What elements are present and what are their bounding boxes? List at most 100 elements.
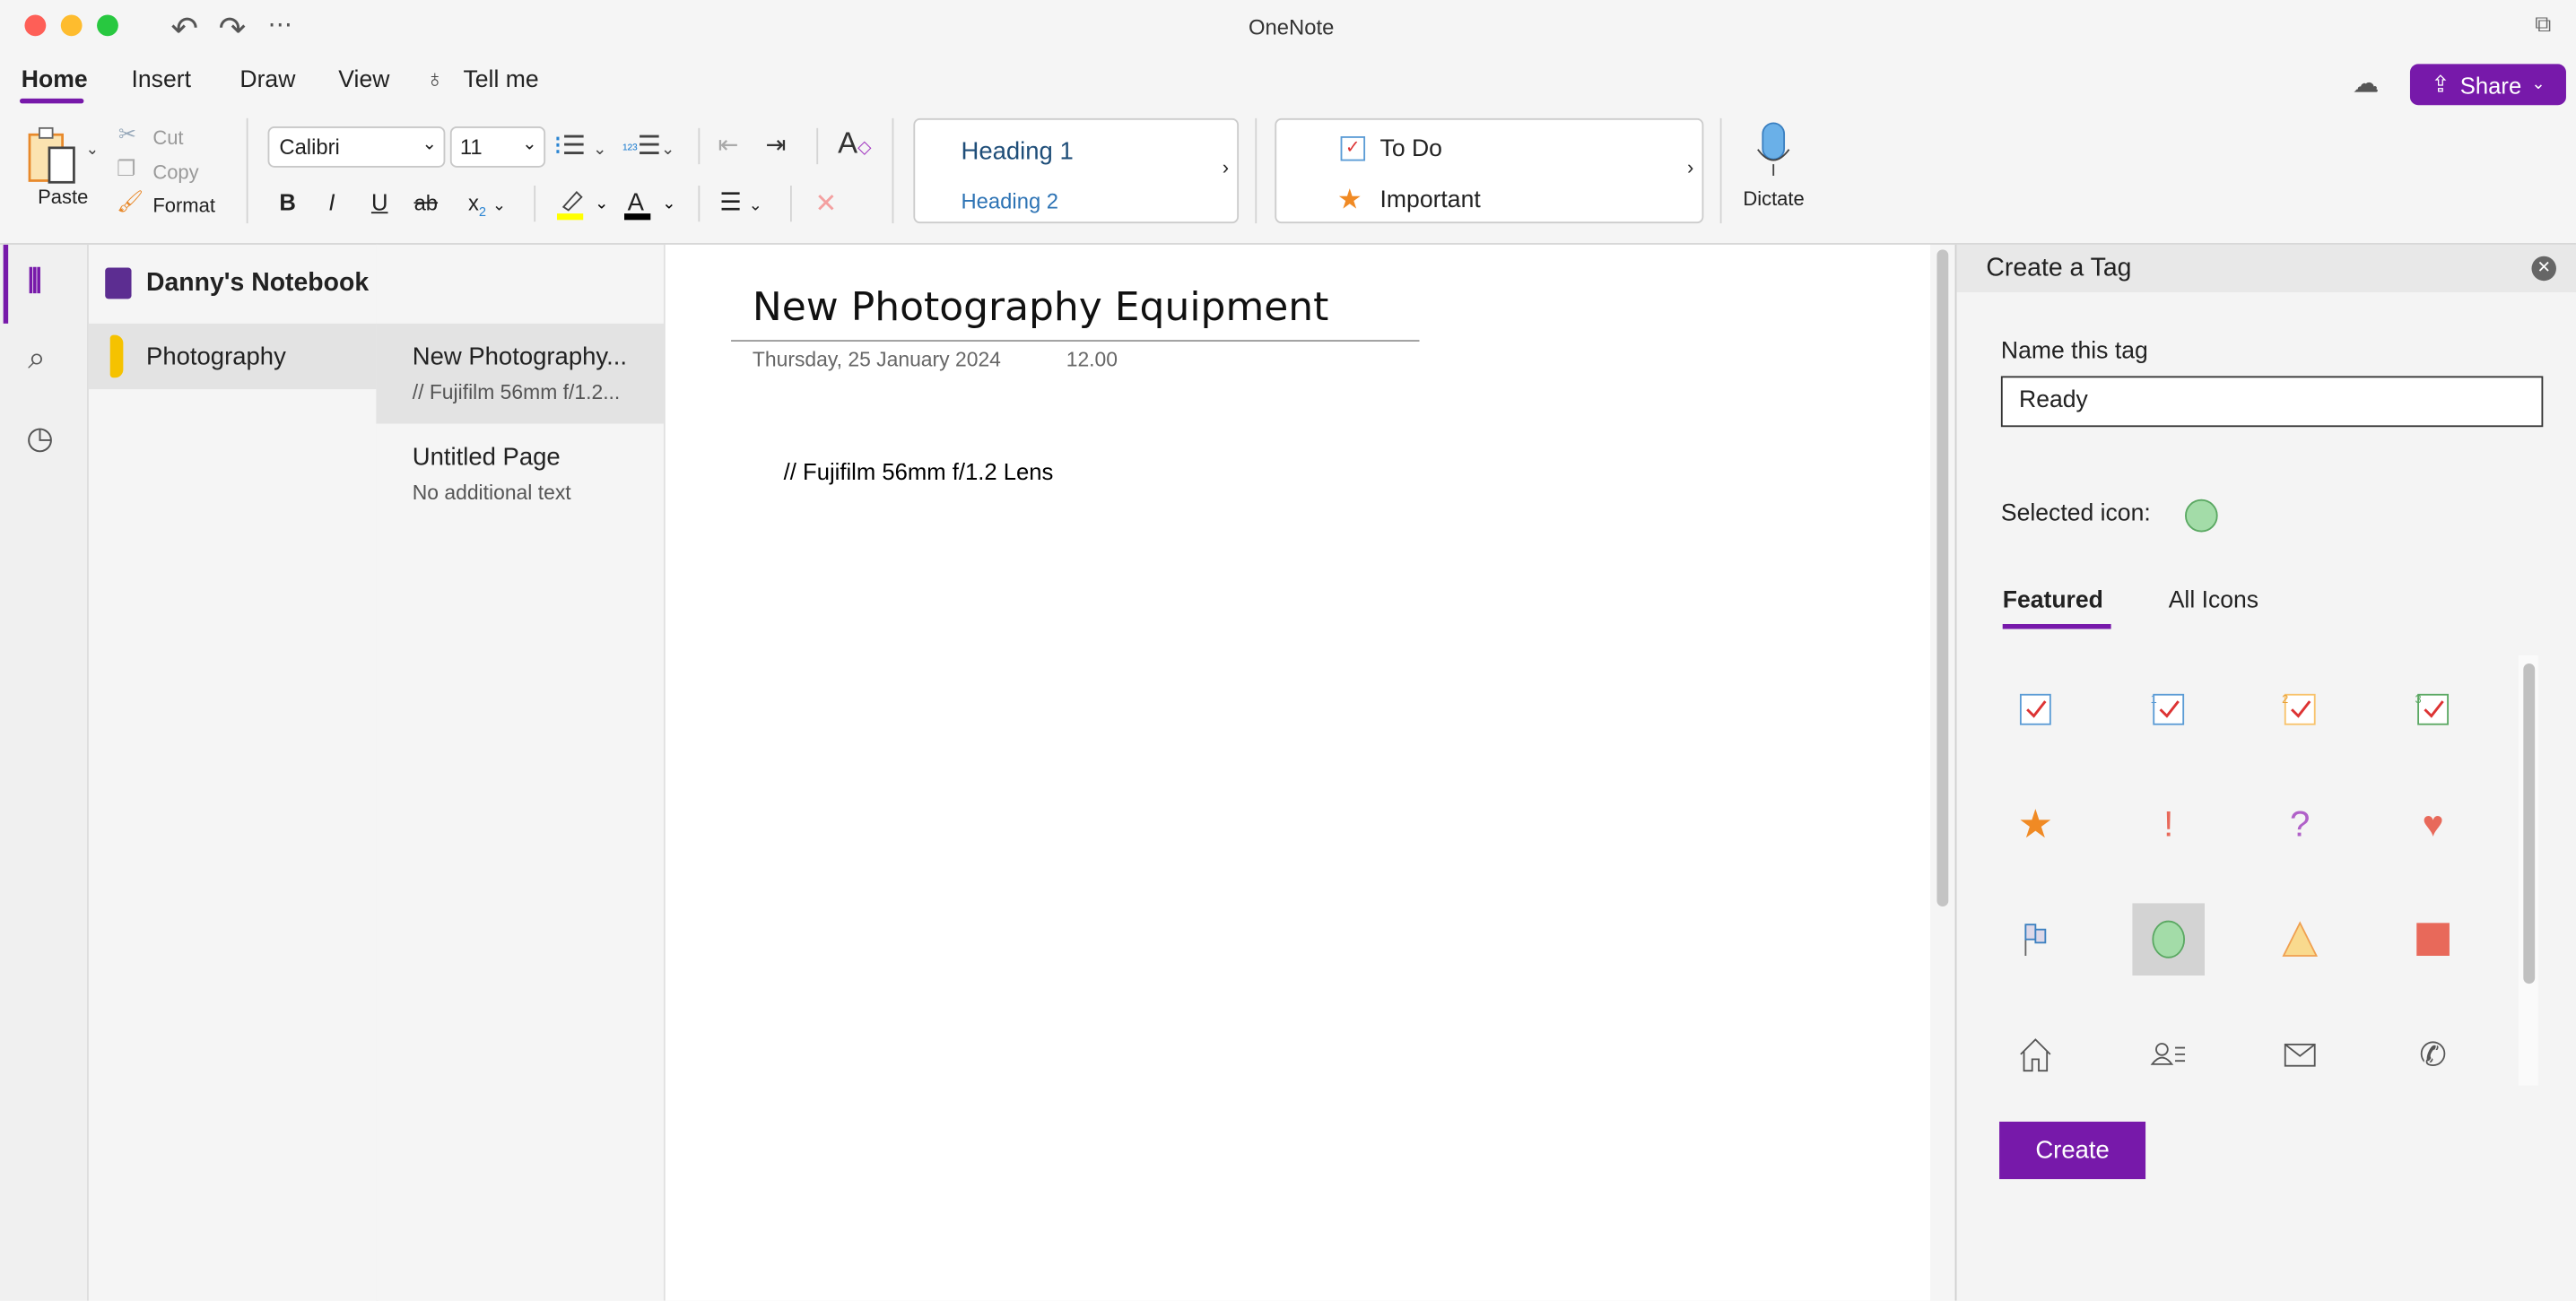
icon-square-red[interactable] (2397, 903, 2469, 976)
paste-button[interactable]: ⌄ (26, 125, 95, 184)
style-heading-1[interactable]: Heading 1 (961, 138, 1073, 166)
icon-mail[interactable] (2264, 1019, 2337, 1091)
create-button[interactable]: Create (1999, 1122, 2145, 1179)
notebook-icon (105, 268, 131, 299)
share-icon: ⇪ (2431, 71, 2450, 99)
notebooks-icon[interactable]: ⫴ (28, 265, 41, 302)
section-color-tab (110, 335, 124, 378)
icons-scrollbar[interactable] (2519, 655, 2538, 1086)
icon-contact[interactable] (2132, 1019, 2205, 1091)
copy-button[interactable]: Copy (152, 160, 198, 184)
cloud-sync-icon[interactable]: ☁ (2353, 67, 2379, 100)
notebook-name[interactable]: Danny's Notebook (146, 269, 369, 299)
tab-draw[interactable]: Draw (239, 67, 295, 93)
chevron-right-icon[interactable]: › (1223, 156, 1229, 179)
font-size-select[interactable]: 11⌄ (450, 126, 545, 168)
highlight-button[interactable]: ⌄ (557, 187, 613, 221)
tags-gallery[interactable]: ✓ To Do ★ Important › (1275, 118, 1703, 223)
note-body-text[interactable]: // Fujifilm 56mm f/1.2 Lens (784, 458, 1054, 484)
chevron-down-icon: ⌄ (422, 133, 437, 154)
icon-question[interactable]: ? (2264, 788, 2337, 861)
font-family-select[interactable]: Calibri⌄ (268, 126, 446, 168)
minimize-window-button[interactable] (61, 14, 83, 36)
icon-checkbox-3[interactable]: 3 (2397, 673, 2469, 746)
svg-text:⌄: ⌄ (85, 139, 95, 158)
svg-text:⌄: ⌄ (595, 194, 608, 212)
icon-heart[interactable]: ♥ (2397, 788, 2469, 861)
page-item[interactable]: New Photography... // Fujifilm 56mm f/1.… (376, 324, 664, 424)
search-icon[interactable]: ⌕ (28, 342, 45, 377)
icon-checkbox[interactable] (1999, 673, 2072, 746)
clear-formatting-icon[interactable]: ✕ (814, 187, 837, 221)
svg-text:⌄: ⌄ (662, 194, 675, 212)
style-heading-2[interactable]: Heading 2 (961, 189, 1058, 213)
page-title-heading[interactable]: New Photography Equipment (753, 284, 1329, 330)
recent-clock-icon[interactable]: ◷ (26, 421, 53, 458)
copy-icon: ❐ (117, 156, 135, 182)
underline-button[interactable]: U (371, 189, 388, 215)
tab-view[interactable]: View (338, 67, 389, 93)
tab-all-icons[interactable]: All Icons (2169, 588, 2258, 614)
icon-exclamation[interactable]: ! (2132, 788, 2205, 861)
numbering-icon[interactable]: ¹²³☰⌄ (622, 130, 674, 163)
italic-button[interactable]: I (328, 189, 335, 215)
pane-header: Create a Tag (1986, 255, 2131, 284)
page-date: Thursday, 25 January 2024 (753, 348, 1001, 371)
close-pane-icon[interactable]: ✕ (2531, 256, 2555, 281)
icon-flag[interactable] (1999, 903, 2072, 976)
tab-featured[interactable]: Featured (2003, 588, 2103, 614)
scrollbar-thumb[interactable] (1936, 249, 1948, 906)
bold-button[interactable]: B (279, 189, 296, 215)
strikethrough-button[interactable]: ab (414, 190, 439, 214)
icon-circle-green[interactable] (2132, 903, 2205, 976)
todo-checkbox-icon: ✓ (1341, 136, 1365, 160)
tag-important[interactable]: Important (1380, 187, 1481, 213)
collaborate-icon[interactable]: ⧉ (2535, 10, 2551, 38)
section-item[interactable]: Photography (89, 324, 377, 389)
zoom-window-button[interactable] (97, 14, 118, 36)
name-label: Name this tag (2001, 338, 2148, 364)
icon-star[interactable]: ★ (1999, 788, 2072, 861)
scrollbar-thumb[interactable] (2523, 664, 2535, 984)
svg-text:3: 3 (2415, 692, 2421, 706)
chevron-right-icon[interactable]: › (1687, 156, 1693, 179)
share-button[interactable]: ⇪Share⌄ (2410, 64, 2566, 105)
align-icon[interactable]: ☰ ⌄ (719, 187, 762, 217)
decrease-indent-icon[interactable]: ⇤ (718, 130, 738, 160)
page-canvas[interactable]: New Photography Equipment Thursday, 25 J… (666, 245, 1930, 1301)
font-size-value: 11 (460, 134, 483, 159)
clipboard-icon: ⌄ (26, 125, 95, 184)
tab-tell-me[interactable]: Tell me (464, 67, 539, 93)
format-painter-button[interactable]: Format (152, 194, 215, 217)
icon-home[interactable] (1999, 1019, 2072, 1091)
tab-home[interactable]: Home (22, 67, 88, 93)
undo-icon[interactable]: ↶ (170, 8, 198, 49)
tag-to-do[interactable]: To Do (1380, 136, 1442, 162)
sections-pane (89, 245, 378, 1301)
increase-indent-icon[interactable]: ⇥ (766, 130, 787, 160)
icon-phone[interactable]: ✆ (2397, 1019, 2469, 1091)
subscript-button[interactable]: x2 ⌄ (468, 190, 506, 219)
canvas-scrollbar[interactable] (1930, 245, 1954, 1301)
tag-name-input[interactable]: Ready (2001, 376, 2543, 427)
close-window-button[interactable] (24, 14, 46, 36)
page-title: New Photography... (413, 343, 627, 371)
page-preview: No additional text (413, 481, 571, 505)
page-item[interactable]: Untitled Page No additional text (376, 424, 664, 515)
font-color-icon: A⌄ (624, 187, 680, 221)
bullets-icon[interactable]: ⁝☰ ⌄ (553, 130, 606, 163)
font-color-button[interactable]: A⌄ (624, 187, 680, 221)
svg-text:A: A (628, 187, 645, 215)
tab-insert[interactable]: Insert (132, 67, 191, 93)
styles-gallery[interactable]: Heading 1 Heading 2 › (913, 118, 1239, 223)
more-icon[interactable]: ⋯ (268, 10, 292, 39)
redo-icon[interactable]: ↷ (219, 8, 247, 49)
icon-checkbox-2[interactable]: 2 (2264, 673, 2337, 746)
page-time: 12.00 (1066, 348, 1118, 371)
cut-button[interactable]: Cut (152, 126, 183, 150)
microphone-icon[interactable] (1754, 122, 1794, 178)
icon-triangle[interactable] (2264, 903, 2337, 976)
icon-checkbox-1[interactable]: 1 (2132, 673, 2205, 746)
styles-icon[interactable]: A◇ (838, 126, 872, 160)
paste-label: Paste (38, 186, 88, 209)
